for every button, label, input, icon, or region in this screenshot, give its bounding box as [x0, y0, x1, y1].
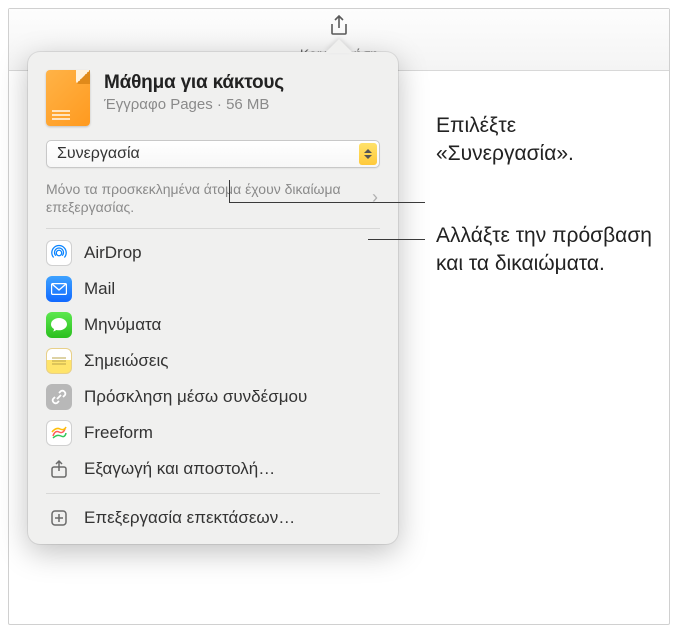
callout-line — [229, 202, 425, 203]
share-options-list: AirDrop Mail Μηνύματα Σ — [28, 229, 398, 487]
share-option-label: Freeform — [84, 423, 153, 443]
pages-document-icon — [46, 70, 90, 126]
document-meta: Έγγραφο Pages · 56 MB — [104, 96, 284, 113]
link-icon — [46, 384, 72, 410]
notes-icon — [46, 348, 72, 374]
chevron-right-icon: › — [370, 186, 380, 209]
permissions-text: Μόνο τα προσκεκλημένα άτομα έχουν δικαίω… — [46, 180, 370, 216]
share-popover: Μάθημα για κάκτους Έγγραφο Pages · 56 MB… — [28, 52, 398, 544]
freeform-icon — [46, 420, 72, 446]
share-option-label: Mail — [84, 279, 115, 299]
callout-line — [229, 180, 230, 202]
share-icon — [328, 14, 350, 38]
dropdown-stepper-icon — [359, 143, 377, 165]
messages-icon — [46, 312, 72, 338]
share-option-messages[interactable]: Μηνύματα — [28, 307, 398, 343]
edit-extensions-label: Επεξεργασία επεκτάσεων… — [84, 508, 295, 528]
callout-line — [368, 239, 425, 240]
document-title: Μάθημα για κάκτους — [104, 72, 284, 94]
share-option-mail[interactable]: Mail — [28, 271, 398, 307]
separator — [46, 493, 380, 494]
annotation-text: Αλλάξτε την πρόσβαση και τα δικαιώματα. — [436, 224, 652, 275]
popover-arrow — [325, 39, 353, 53]
annotation-collab: Επιλέξτε «Συνεργασία». — [436, 112, 656, 169]
airdrop-icon — [46, 240, 72, 266]
export-icon — [46, 456, 72, 482]
share-option-freeform[interactable]: Freeform — [28, 415, 398, 451]
extensions-icon — [46, 505, 72, 531]
share-option-label: Σημειώσεις — [84, 351, 168, 371]
share-option-label: Εξαγωγή και αποστολή… — [84, 459, 275, 479]
document-info: Μάθημα για κάκτους Έγγραφο Pages · 56 MB — [104, 70, 284, 113]
mail-icon — [46, 276, 72, 302]
share-option-label: Μηνύματα — [84, 315, 161, 335]
annotation-permissions: Αλλάξτε την πρόσβαση και τα δικαιώματα. — [436, 222, 656, 279]
share-option-airdrop[interactable]: AirDrop — [28, 235, 398, 271]
share-option-notes[interactable]: Σημειώσεις — [28, 343, 398, 379]
edit-extensions[interactable]: Επεξεργασία επεκτάσεων… — [28, 500, 398, 536]
collaboration-dropdown[interactable]: Συνεργασία — [46, 140, 380, 168]
share-option-label: Πρόσκληση μέσω συνδέσμου — [84, 387, 307, 407]
document-header: Μάθημα για κάκτους Έγγραφο Pages · 56 MB — [28, 66, 398, 138]
annotation-text: Επιλέξτε «Συνεργασία». — [436, 114, 574, 165]
extensions-list: Επεξεργασία επεκτάσεων… — [28, 500, 398, 536]
share-option-label: AirDrop — [84, 243, 142, 263]
share-toolbar-button[interactable] — [318, 12, 360, 40]
share-option-invite-link[interactable]: Πρόσκληση μέσω συνδέσμου — [28, 379, 398, 415]
share-option-export[interactable]: Εξαγωγή και αποστολή… — [28, 451, 398, 487]
collaboration-label: Συνεργασία — [57, 145, 359, 163]
